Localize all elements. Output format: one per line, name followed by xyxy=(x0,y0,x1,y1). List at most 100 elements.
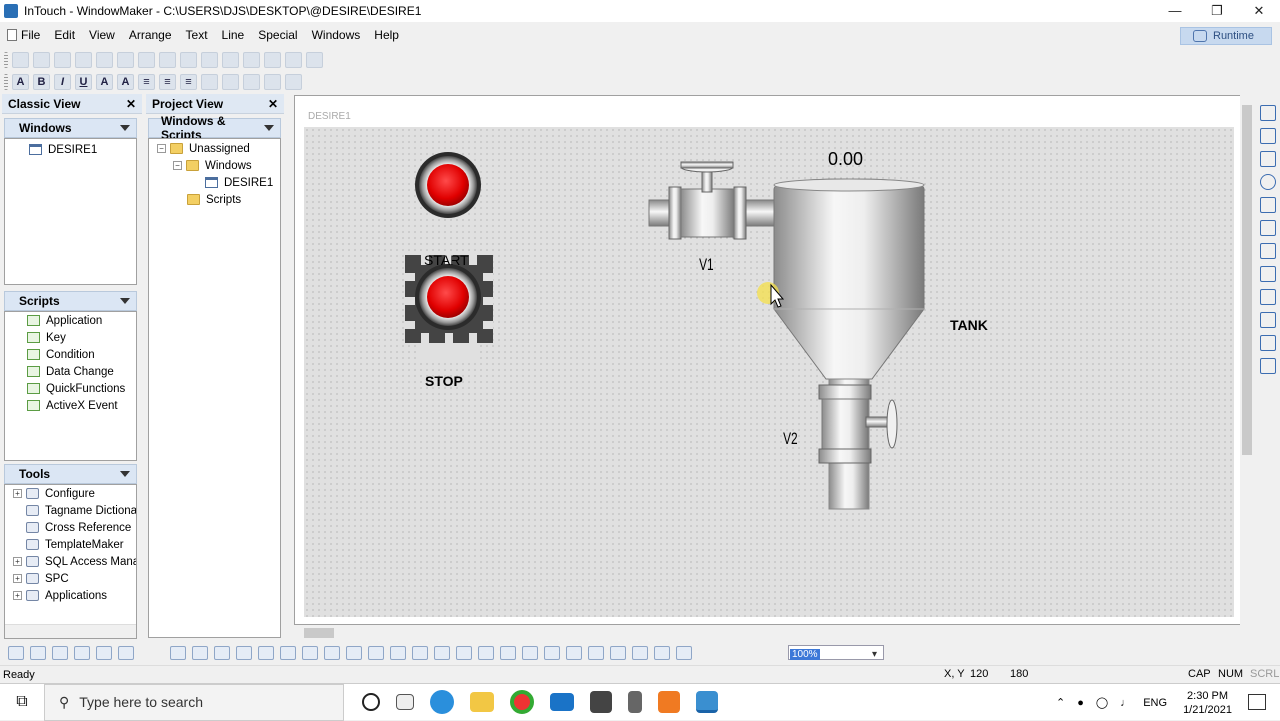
clock[interactable]: 2:30 PM 1/21/2021 xyxy=(1183,689,1232,717)
edge-icon[interactable] xyxy=(430,690,454,714)
list-item[interactable]: Cross Reference xyxy=(5,519,136,536)
button-tool-icon[interactable] xyxy=(1260,358,1276,374)
pen-icon[interactable] xyxy=(118,646,134,660)
bring-front-icon[interactable] xyxy=(368,646,384,660)
bitmap-tool-icon[interactable] xyxy=(1260,312,1276,328)
zoom-fit-icon[interactable] xyxy=(610,646,626,660)
polygon-tool-icon[interactable] xyxy=(1260,266,1276,282)
language-indicator[interactable]: ENG xyxy=(1143,697,1167,709)
list-item[interactable]: TemplateMaker xyxy=(5,536,136,553)
grid-icon[interactable] xyxy=(96,646,112,660)
align-left-icon[interactable] xyxy=(170,646,186,660)
menu-windows[interactable]: Windows xyxy=(305,28,368,42)
erase-icon[interactable] xyxy=(264,52,281,68)
hv-line-tool-icon[interactable] xyxy=(1260,220,1276,236)
close-icon[interactable]: ✕ xyxy=(268,97,278,111)
space-vertical-icon[interactable] xyxy=(434,646,450,660)
align-bottom-icon[interactable] xyxy=(280,646,296,660)
list-item[interactable]: + SPC xyxy=(5,570,136,587)
fill-color-icon[interactable] xyxy=(222,74,239,90)
zoom-select[interactable]: 100% ▾ xyxy=(788,645,884,660)
list-item[interactable]: QuickFunctions xyxy=(5,380,136,397)
font-smaller-icon[interactable]: A xyxy=(96,74,113,90)
select-tool-icon[interactable] xyxy=(1260,105,1276,121)
save-all-icon[interactable] xyxy=(96,52,113,68)
text-tool-icon[interactable] xyxy=(1260,289,1276,305)
pan-hand-icon[interactable] xyxy=(676,646,692,660)
fullscreen-icon[interactable] xyxy=(74,646,90,660)
chrome-icon[interactable] xyxy=(510,690,534,714)
collapse-icon[interactable]: − xyxy=(173,161,182,170)
menu-text[interactable]: Text xyxy=(179,28,215,42)
close-button[interactable]: ✕ xyxy=(1238,0,1280,22)
menu-special[interactable]: Special xyxy=(251,28,304,42)
align-left-icon[interactable]: ≡ xyxy=(138,74,155,90)
list-item[interactable]: DESIRE1 xyxy=(5,141,136,158)
list-item[interactable]: Key xyxy=(5,329,136,346)
menu-arrange[interactable]: Arrange xyxy=(122,28,179,42)
line-color-icon[interactable] xyxy=(201,74,218,90)
menu-edit[interactable]: Edit xyxy=(47,28,82,42)
project-view-toggle-icon[interactable] xyxy=(30,646,46,660)
save-icon[interactable] xyxy=(75,52,92,68)
list-item[interactable]: + SQL Access Mana xyxy=(5,553,136,570)
tree-node-unassigned[interactable]: − Unassigned xyxy=(149,140,280,157)
menu-line[interactable]: Line xyxy=(215,28,252,42)
ungroup-icon[interactable] xyxy=(346,646,362,660)
mail-icon[interactable] xyxy=(550,693,574,711)
duplicate-icon[interactable] xyxy=(138,52,155,68)
horizontal-scrollbar[interactable] xyxy=(5,624,136,638)
polyline-tool-icon[interactable] xyxy=(1260,243,1276,259)
scripts-section-header[interactable]: Scripts xyxy=(4,291,137,311)
app-icon[interactable] xyxy=(628,691,642,713)
menu-view[interactable]: View xyxy=(82,28,122,42)
zoom-grid-icon[interactable] xyxy=(654,646,670,660)
copy-icon[interactable] xyxy=(180,52,197,68)
align-center-icon[interactable] xyxy=(192,646,208,660)
new-icon[interactable] xyxy=(12,52,29,68)
rotate-icon[interactable] xyxy=(456,646,472,660)
intouch-taskbar-icon[interactable] xyxy=(696,691,718,713)
redo-icon[interactable] xyxy=(243,52,260,68)
text-color-icon[interactable] xyxy=(243,74,260,90)
cortana-icon[interactable] xyxy=(362,693,380,711)
collapse-icon[interactable]: − xyxy=(157,144,166,153)
minimize-button[interactable]: — xyxy=(1154,0,1196,22)
fullscreen-icon[interactable] xyxy=(306,52,323,68)
align-right-icon[interactable]: ≡ xyxy=(180,74,197,90)
ellipse-tool-icon[interactable] xyxy=(1260,174,1276,190)
vertical-scrollbar[interactable] xyxy=(1240,95,1254,625)
microphone-icon[interactable]: ● xyxy=(1077,697,1084,709)
zoom-selection-icon[interactable] xyxy=(632,646,648,660)
restore-button[interactable]: ❐ xyxy=(1196,0,1238,22)
rounded-rectangle-tool-icon[interactable] xyxy=(1260,151,1276,167)
font-larger-icon[interactable]: A xyxy=(117,74,134,90)
tree-node-windows[interactable]: − Windows xyxy=(149,157,280,174)
trend-tool-icon[interactable] xyxy=(1260,335,1276,351)
volume-icon[interactable]: ♩ xyxy=(1120,697,1131,709)
list-item[interactable]: ActiveX Event xyxy=(5,397,136,414)
tank[interactable] xyxy=(773,178,925,380)
tools-section-header[interactable]: Tools xyxy=(4,464,137,484)
valve-v2[interactable] xyxy=(818,378,898,510)
undo-icon[interactable] xyxy=(222,52,239,68)
align-center-icon[interactable]: ≡ xyxy=(159,74,176,90)
tree-node-desire1[interactable]: DESIRE1 xyxy=(149,174,280,191)
open-icon[interactable] xyxy=(33,52,50,68)
flip-horizontal-icon[interactable] xyxy=(478,646,494,660)
space-horizontal-icon[interactable] xyxy=(412,646,428,660)
task-view-icon[interactable] xyxy=(396,694,414,710)
window-icon[interactable] xyxy=(52,646,68,660)
menu-help[interactable]: Help xyxy=(367,28,406,42)
start-button[interactable] xyxy=(415,152,481,218)
expand-icon[interactable]: + xyxy=(13,557,22,566)
menu-file[interactable]: File xyxy=(0,28,47,42)
italic-icon[interactable]: I xyxy=(54,74,71,90)
runtime-button[interactable]: Runtime xyxy=(1180,27,1272,45)
scroll-thumb[interactable] xyxy=(1242,105,1252,455)
windows-scripts-header[interactable]: Windows & Scripts xyxy=(148,114,281,142)
store-icon[interactable] xyxy=(590,691,612,713)
print-icon[interactable] xyxy=(117,52,134,68)
cut-icon[interactable] xyxy=(159,52,176,68)
center-icon[interactable] xyxy=(302,646,318,660)
